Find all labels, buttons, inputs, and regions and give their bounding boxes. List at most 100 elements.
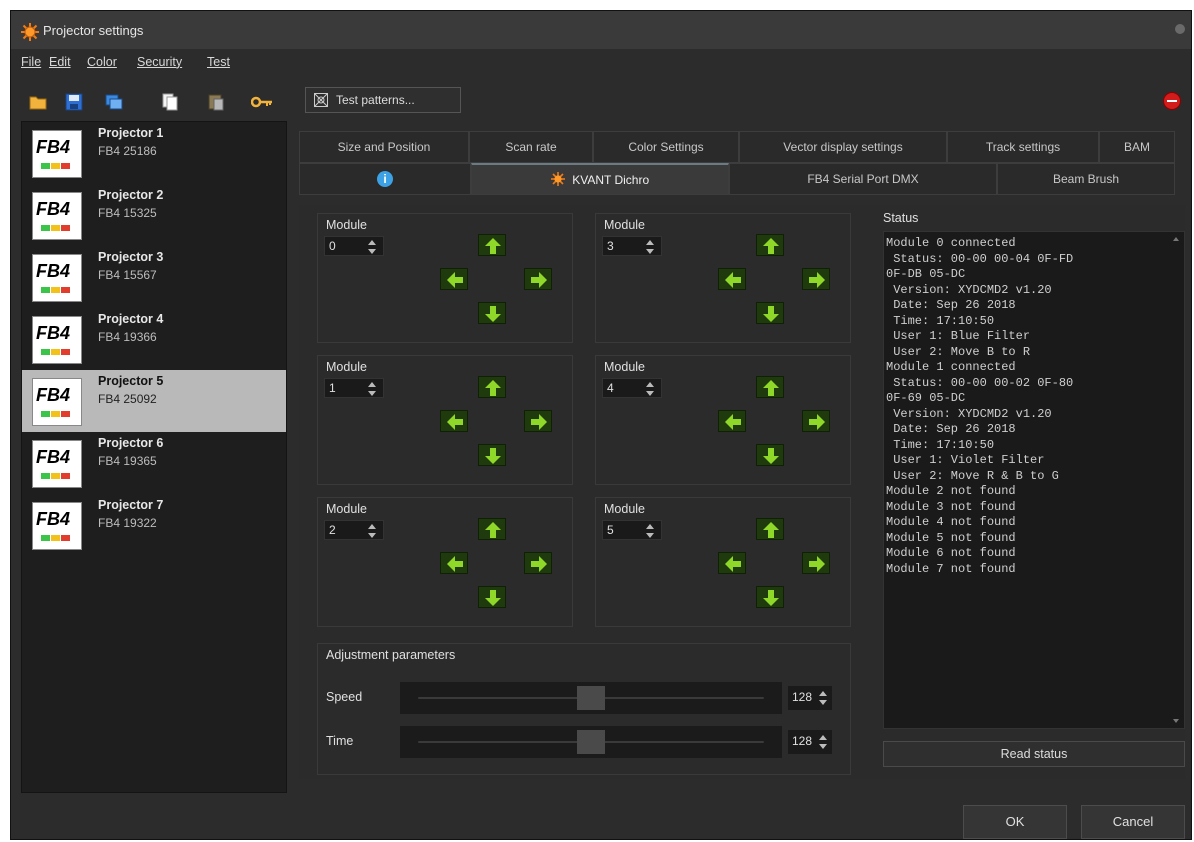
right-arrow-button[interactable] [524,410,552,432]
down-arrow-button[interactable] [478,586,506,608]
time-spinbox[interactable]: 128 [788,730,832,754]
arrow-up-icon [763,522,779,538]
module-spinbox[interactable]: 0 [324,236,384,256]
projector-serial: FB4 19365 [98,454,157,468]
module-group: Module 0 [317,213,573,343]
up-arrow-button[interactable] [478,376,506,398]
status-log[interactable]: Module 0 connected Status: 00-00 00-04 0… [883,231,1185,729]
right-arrow-button[interactable] [802,410,830,432]
spin-arrows-icon[interactable] [645,381,655,397]
right-arrow-button[interactable] [524,552,552,574]
right-arrow-button[interactable] [802,552,830,574]
up-arrow-button[interactable] [756,376,784,398]
menu-test[interactable]: Test [207,55,230,69]
ok-button[interactable]: OK [963,805,1067,839]
down-arrow-button[interactable] [478,444,506,466]
fb4-logo-text: FB4 [36,137,71,157]
down-arrow-button[interactable] [756,302,784,324]
up-arrow-button[interactable] [478,234,506,256]
projector-serial: FB4 15567 [98,268,157,282]
status-line: User 2: Move R & B to G [886,468,1059,483]
arrow-left-icon [447,272,463,288]
spin-arrows-icon[interactable] [367,523,377,539]
status-leds-icon [41,163,70,169]
tab-beam-brush[interactable]: Beam Brush [997,163,1175,195]
test-patterns-button[interactable]: Test patterns... [305,87,461,113]
projector-item[interactable]: FB4 Projector 6 FB4 19365 [22,432,286,494]
cancel-button[interactable]: Cancel [1081,805,1185,839]
spin-arrows-icon[interactable] [645,239,655,255]
tab-fb4-serial-port-dmx[interactable]: FB4 Serial Port DMX [729,163,997,195]
tab-vector-display-settings[interactable]: Vector display settings [739,131,947,163]
projector-item-selected[interactable]: FB4 Projector 5 FB4 25092 [22,370,286,432]
key-icon[interactable] [251,93,273,111]
module-spinbox[interactable]: 3 [602,236,662,256]
slider-thumb[interactable] [577,730,605,754]
arrow-down-icon [485,590,501,606]
left-arrow-button[interactable] [440,268,468,290]
menu-file[interactable]: File [21,55,41,69]
menu-color[interactable]: Color [87,55,117,69]
speed-slider[interactable] [400,682,782,714]
projector-serial: FB4 19322 [98,516,157,530]
copy-icon[interactable] [161,93,179,111]
projector-serial: FB4 15325 [98,206,157,220]
projector-name: Projector 7 [98,498,164,512]
slider-thumb[interactable] [577,686,605,710]
tab-info[interactable]: i [299,163,471,195]
module-spinbox[interactable]: 4 [602,378,662,398]
up-arrow-button[interactable] [756,518,784,540]
module-value: 0 [329,239,336,253]
left-arrow-button[interactable] [440,410,468,432]
left-arrow-button[interactable] [718,410,746,432]
open-folder-icon[interactable] [29,93,47,111]
tab-kvant-dichro[interactable]: KVANT Dichro [471,163,729,195]
tab-scan-rate[interactable]: Scan rate [469,131,593,163]
read-status-button[interactable]: Read status [883,741,1185,767]
stop-icon[interactable] [1163,92,1181,110]
up-arrow-button[interactable] [478,518,506,540]
up-arrow-button[interactable] [756,234,784,256]
spin-arrows-icon[interactable] [645,523,655,539]
tab-bam[interactable]: BAM [1099,131,1175,163]
menu-security[interactable]: Security [137,55,182,69]
paste-icon[interactable] [207,93,225,111]
projector-item[interactable]: FB4 Projector 7 FB4 19322 [22,494,286,556]
projector-list: FB4 Projector 1 FB4 25186 FB4 Projector … [21,121,287,793]
right-arrow-button[interactable] [524,268,552,290]
arrow-right-icon [531,414,547,430]
right-arrow-button[interactable] [802,268,830,290]
projector-item[interactable]: FB4 Projector 4 FB4 19366 [22,308,286,370]
tab-color-settings[interactable]: Color Settings [593,131,739,163]
module-spinbox[interactable]: 1 [324,378,384,398]
projector-item[interactable]: FB4 Projector 3 FB4 15567 [22,246,286,308]
down-arrow-button[interactable] [478,302,506,324]
tab-size-and-position[interactable]: Size and Position [299,131,469,163]
spin-arrows-icon[interactable] [367,381,377,397]
time-slider[interactable] [400,726,782,758]
down-arrow-button[interactable] [756,586,784,608]
spin-arrows-icon[interactable] [367,239,377,255]
scrollbar[interactable] [1170,234,1182,726]
left-arrow-button[interactable] [718,268,746,290]
module-spinbox[interactable]: 2 [324,520,384,540]
module-spinbox[interactable]: 5 [602,520,662,540]
arrow-left-icon [725,414,741,430]
tab-track-settings[interactable]: Track settings [947,131,1099,163]
projector-item[interactable]: FB4 Projector 2 FB4 15325 [22,184,286,246]
spin-arrows-icon[interactable] [818,690,828,706]
network-icon[interactable] [105,93,123,111]
projector-name: Projector 2 [98,188,164,202]
spin-arrows-icon[interactable] [818,734,828,750]
tab-row-1: Size and Position Scan rate Color Settin… [299,131,1185,163]
save-icon[interactable] [65,93,83,111]
speed-spinbox[interactable]: 128 [788,686,832,710]
menu-edit[interactable]: Edit [49,55,71,69]
left-arrow-button[interactable] [440,552,468,574]
window-control-icon[interactable] [1175,24,1185,34]
status-title: Status [883,211,919,225]
status-leds-icon [41,535,70,541]
left-arrow-button[interactable] [718,552,746,574]
down-arrow-button[interactable] [756,444,784,466]
projector-item[interactable]: FB4 Projector 1 FB4 25186 [22,122,286,184]
